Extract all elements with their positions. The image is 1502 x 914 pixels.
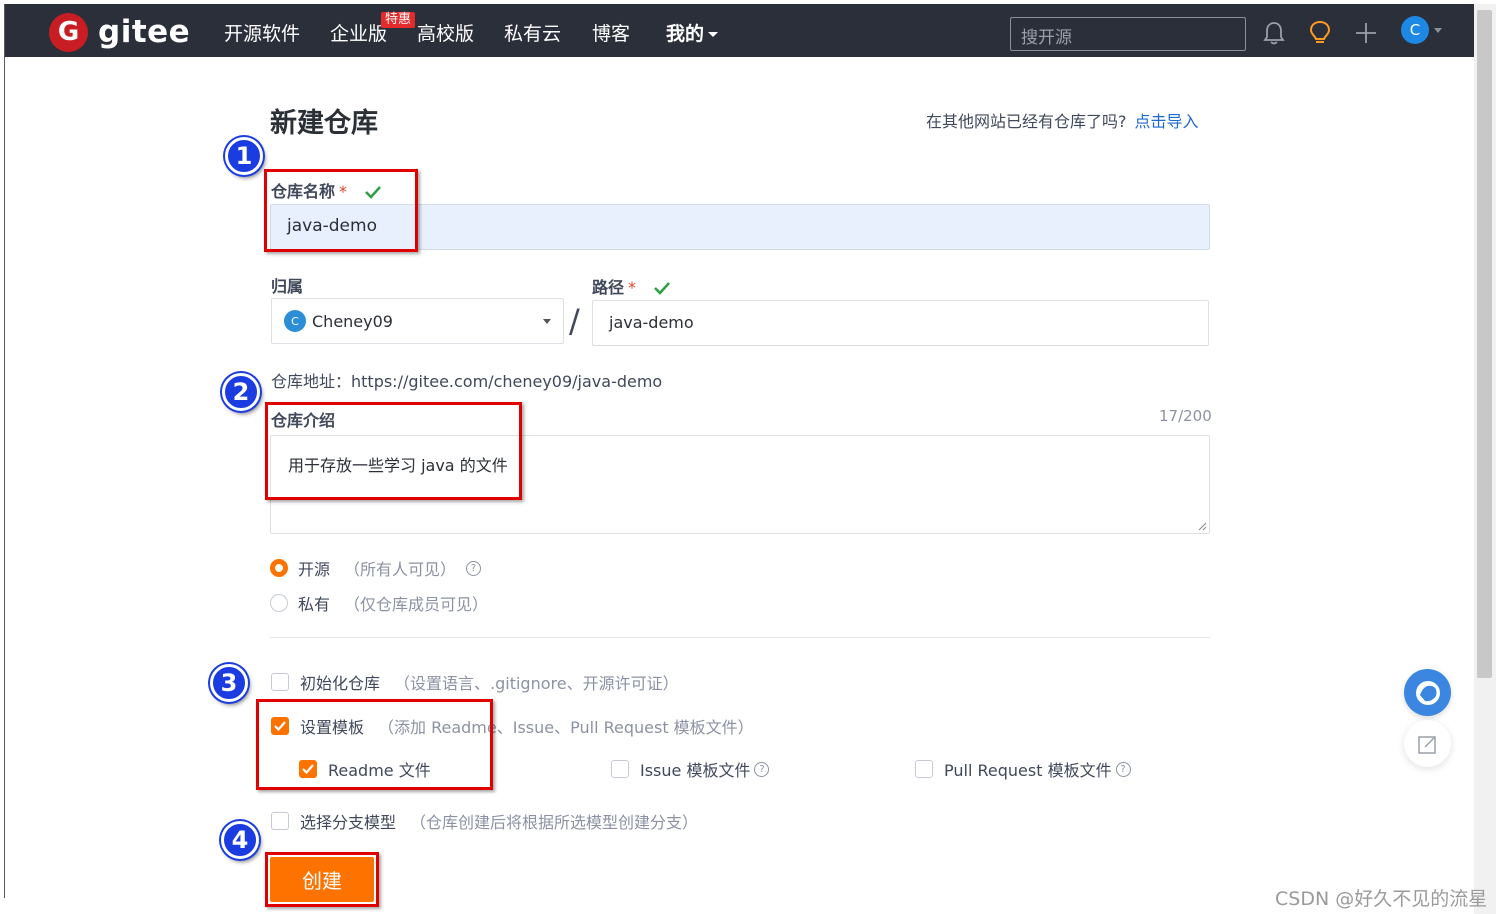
nav-open-source[interactable]: 开源软件: [224, 22, 300, 46]
checkbox[interactable]: [271, 812, 289, 830]
repo-path-input[interactable]: java-demo: [592, 300, 1209, 346]
enterprise-promo-badge: 特惠: [381, 12, 416, 28]
scrollbar-thumb[interactable]: [1477, 10, 1492, 678]
section-divider: [270, 637, 1210, 638]
resize-grip-icon[interactable]: [1197, 521, 1207, 531]
nav-mine-dropdown[interactable]: 我的: [666, 22, 719, 46]
checkbox-label: 选择分支模型: [300, 813, 397, 832]
help-icon[interactable]: ?: [1115, 761, 1131, 777]
path-separator: /: [569, 302, 580, 340]
nav-private-cloud[interactable]: 私有云: [504, 22, 561, 46]
annotation-box: [265, 402, 522, 500]
assistant-float-button[interactable]: [1404, 669, 1451, 716]
radio-hint: （所有人可见）: [344, 560, 457, 579]
owner-label: 归属: [271, 277, 304, 296]
required-mark: *: [628, 278, 637, 297]
radio-hint: （仅仓库成员可见）: [344, 595, 489, 614]
gitee-logo-icon: G: [49, 12, 88, 52]
assistant-icon: [1415, 680, 1440, 705]
import-hint: 在其他网站已经有仓库了吗? 点击导入: [926, 108, 1199, 132]
repo-url: 仓库地址：https://gitee.com/cheney09/java-dem…: [271, 372, 663, 391]
feedback-float-button[interactable]: [1404, 720, 1451, 767]
checkbox-init-repo[interactable]: 初始化仓库 （设置语言、.gitignore、开源许可证）: [271, 670, 679, 694]
radio-open-source[interactable]: 开源 （所有人可见） ?: [270, 556, 482, 580]
radio-label: 私有: [298, 595, 331, 614]
radio-button[interactable]: [270, 594, 288, 612]
import-hint-text: 在其他网站已经有仓库了吗?: [926, 112, 1127, 131]
checkbox-hint: （设置语言、.gitignore、开源许可证）: [394, 674, 679, 693]
checkbox-issue-template[interactable]: Issue 模板文件 ?: [611, 757, 770, 781]
nav-education[interactable]: 高校版: [417, 22, 474, 46]
annotation-box: [256, 699, 493, 790]
radio-label: 开源: [298, 560, 331, 579]
import-link[interactable]: 点击导入: [1135, 112, 1199, 131]
help-icon[interactable]: ?: [754, 761, 770, 777]
help-icon[interactable]: ?: [466, 560, 482, 576]
checkbox-pr-template[interactable]: Pull Request 模板文件 ?: [915, 757, 1131, 781]
top-navbar: G gitee 开源软件 企业版 特惠 高校版 私有云 博客 我的 搜开源 C: [5, 4, 1474, 57]
radio-private[interactable]: 私有 （仅仓库成员可见）: [270, 591, 488, 615]
gitee-logo[interactable]: G gitee: [49, 12, 191, 52]
checkbox-branch-model[interactable]: 选择分支模型 （仓库创建后将根据所选模型创建分支）: [271, 809, 698, 833]
watermark: CSDN @好久不见的流星: [1275, 888, 1488, 910]
owner-select[interactable]: C Cheney09: [271, 298, 564, 344]
checkbox-label: 初始化仓库: [300, 674, 381, 693]
nav-enterprise[interactable]: 企业版: [330, 22, 387, 46]
user-avatar[interactable]: C: [1401, 16, 1429, 44]
checkbox[interactable]: [915, 760, 933, 778]
checkbox-label: Pull Request 模板文件: [944, 761, 1112, 780]
desc-char-count: 17/200: [1159, 407, 1212, 425]
owner-value: Cheney09: [312, 311, 393, 331]
path-label: 路径 *: [592, 274, 670, 299]
bell-icon[interactable]: [1260, 18, 1288, 48]
edit-icon: [1417, 735, 1436, 754]
window-border: [4, 4, 5, 898]
nav-blog[interactable]: 博客: [592, 22, 630, 46]
checkbox[interactable]: [611, 760, 629, 778]
plus-icon[interactable]: [1352, 18, 1380, 48]
annotation-box: [264, 169, 418, 252]
lightbulb-icon[interactable]: [1306, 18, 1334, 48]
checkbox-label: Issue 模板文件: [640, 761, 751, 780]
gitee-logo-text: gitee: [98, 14, 191, 50]
step-badge: 4: [221, 821, 259, 859]
step-badge: 1: [225, 137, 263, 175]
avatar-chevron-down-icon[interactable]: [1434, 28, 1442, 33]
path-label-text: 路径: [592, 278, 625, 297]
page-title: 新建仓库: [270, 108, 378, 139]
annotation-box: [265, 852, 379, 907]
step-badge: 3: [210, 664, 248, 702]
search-input[interactable]: 搜开源: [1010, 17, 1246, 51]
checkbox[interactable]: [271, 673, 289, 691]
check-icon: [653, 280, 670, 299]
nav-mine-label: 我的: [666, 23, 705, 45]
chevron-down-icon: [708, 32, 719, 37]
owner-avatar: C: [284, 310, 306, 332]
radio-button[interactable]: [270, 559, 288, 577]
chevron-down-icon: [543, 319, 551, 324]
step-badge: 2: [222, 373, 260, 411]
checkbox-hint: （仓库创建后将根据所选模型创建分支）: [410, 813, 699, 832]
